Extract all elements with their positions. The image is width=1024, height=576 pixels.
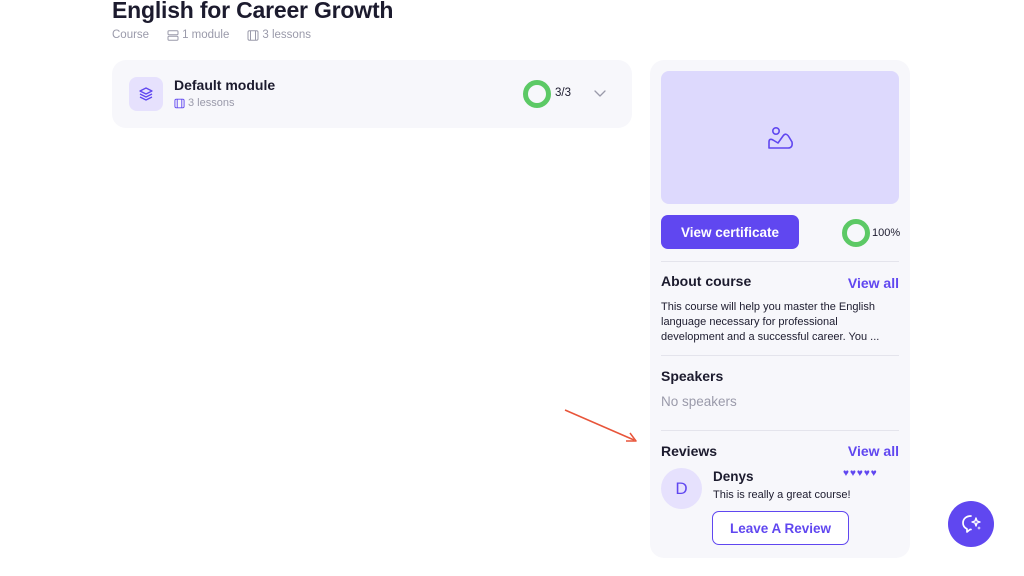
layers-icon	[129, 77, 163, 111]
module-title: Default module	[174, 77, 276, 93]
course-meta: Course 1 module 3 lessons	[112, 29, 329, 41]
leave-review-button[interactable]: Leave A Review	[712, 511, 849, 545]
module-progress-ring	[523, 80, 551, 108]
lessons-icon	[247, 29, 259, 41]
ai-assistant-button[interactable]	[948, 501, 994, 547]
module-lessons-label: 3 lessons	[188, 97, 235, 109]
reviews-title: Reviews	[661, 443, 718, 459]
review-text: This is really a great course!	[713, 489, 851, 501]
reviews-view-all-link[interactable]: View all	[848, 443, 899, 459]
chevron-down-icon[interactable]	[593, 86, 607, 100]
view-certificate-button[interactable]: View certificate	[661, 215, 799, 249]
module-lessons: 3 lessons	[174, 97, 234, 109]
divider	[661, 355, 899, 356]
course-type-label: Course	[112, 29, 150, 41]
lessons-count: 3 lessons	[247, 29, 311, 41]
image-placeholder-icon	[768, 126, 793, 149]
heart-icon: ♥	[856, 468, 863, 479]
course-progress-text: 100%	[872, 227, 901, 239]
modules-count: 1 module	[167, 29, 229, 41]
modules-icon	[167, 29, 179, 41]
about-course-title: About course	[661, 273, 752, 289]
reviewer-avatar: D	[661, 468, 702, 509]
no-speakers-text: No speakers	[661, 394, 737, 409]
course-progress-ring	[842, 219, 870, 247]
annotation-arrow-icon	[564, 409, 637, 442]
modules-count-label: 1 module	[182, 29, 230, 41]
reviewer-name: Denys	[713, 469, 754, 484]
page-title: English for Career Growth	[112, 0, 394, 23]
heart-icon: ♥	[843, 468, 849, 479]
divider	[661, 261, 899, 262]
course-sidebar: View certificate 100% About course View …	[650, 60, 910, 558]
course-cover	[661, 71, 899, 204]
divider	[661, 430, 899, 431]
about-course-text: This course will help you master the Eng…	[661, 301, 880, 343]
heart-icon: ♥	[870, 468, 877, 479]
heart-icon: ♥	[863, 468, 870, 479]
lessons-icon	[174, 98, 185, 108]
course-type: Course	[112, 29, 149, 41]
module-card[interactable]: Default module 3 lessons 3/3	[112, 60, 632, 128]
heart-icon: ♥	[849, 468, 856, 479]
about-view-all-link[interactable]: View all	[848, 275, 899, 291]
review-rating: ♥ ♥ ♥ ♥ ♥	[843, 468, 878, 479]
speakers-title: Speakers	[661, 368, 724, 384]
module-progress-text: 3/3	[555, 87, 571, 99]
lessons-count-label: 3 lessons	[262, 29, 311, 41]
ai-assistant-icon	[962, 515, 981, 533]
